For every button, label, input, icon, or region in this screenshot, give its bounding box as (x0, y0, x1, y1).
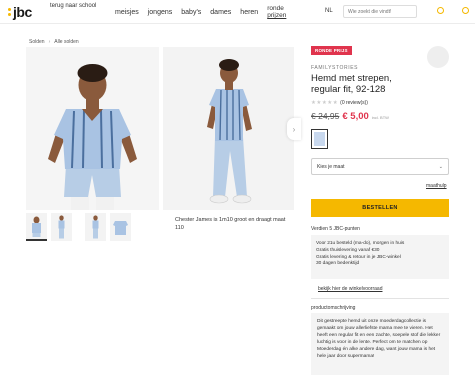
breadcrumb-separator: › (48, 39, 51, 45)
divider (311, 298, 449, 299)
search-input[interactable] (343, 5, 417, 18)
logo-text: jbc (13, 4, 32, 20)
description-heading[interactable]: productomschrijving (311, 305, 355, 311)
delivery-line: Gratis thuislevering vanaf €30 (316, 247, 380, 253)
breadcrumb-solden[interactable]: Solden (29, 39, 45, 45)
logo-dots (8, 8, 11, 16)
delivery-line: Voor 21u besteld (ma-do), morgen in huis (316, 241, 405, 246)
chevron-right-icon: › (292, 124, 296, 134)
nav-item-babys[interactable]: baby's (181, 9, 201, 16)
back-to-school-link[interactable]: terug naar school (50, 3, 108, 10)
vat-note: incl. BTW (371, 115, 389, 120)
sale-badge: RONDE PRIJS (311, 46, 352, 55)
size-select[interactable]: Kies je maat ⌄ (311, 158, 449, 175)
store-stock-link[interactable]: bekijk hier de winkelvoorraad (318, 286, 382, 292)
size-help-link[interactable]: maathulp (426, 183, 447, 189)
nav-special-line2: prijzen (267, 12, 287, 19)
nav-special-line1: ronde (267, 5, 284, 12)
order-button[interactable]: BESTELLEN (311, 199, 449, 217)
carousel-next-button[interactable]: › (287, 118, 301, 140)
nav-item-jongens[interactable]: jongens (148, 9, 173, 16)
delivery-line: 30 dagen bedenktijd (316, 261, 360, 267)
nav-item-ronde-prijzen[interactable]: ronde prijzen (267, 5, 301, 19)
review-count-link[interactable]: (0 review(s)) (340, 100, 368, 106)
original-price: € 24,95 (311, 111, 340, 121)
star-rating-icon: ★★★★★ (311, 100, 339, 106)
nav-item-meisjes[interactable]: meisjes (115, 9, 139, 16)
nav-item-heren[interactable]: heren (240, 9, 258, 16)
jbc-logo[interactable]: jbc (8, 4, 32, 20)
site-header: jbc terug naar school meisjes jongens ba… (0, 0, 475, 24)
thumbnail-strip (26, 213, 131, 241)
rating-row: ★★★★★ (0 review(s)) (311, 100, 368, 106)
thumbnail-4[interactable] (110, 213, 131, 241)
model-size-caption: Chester James is 1m10 groot en draagt ma… (175, 217, 286, 231)
language-selector[interactable]: NL (325, 8, 333, 14)
product-title: Hemd met strepen, regular fit, 92-128 (311, 73, 392, 95)
size-select-label: Kies je maat (317, 163, 345, 170)
thumbnail-1[interactable] (26, 213, 47, 241)
thumbnail-2[interactable] (51, 213, 72, 241)
color-swatch[interactable] (311, 129, 328, 149)
brand-name: FAMILYSTORIES (311, 65, 359, 71)
price-row: € 24,95 € 5,00 incl. BTW (311, 111, 389, 122)
breadcrumb-alle-solden[interactable]: Alle solden (54, 39, 78, 45)
sale-price: € 5,00 (342, 111, 369, 122)
product-image-secondary[interactable] (163, 47, 294, 210)
product-description: Dit gestreepte hemd uit onze moederdagco… (311, 313, 449, 375)
main-nav: meisjes jongens baby's dames heren ronde… (115, 0, 301, 24)
product-image-main[interactable] (26, 47, 159, 210)
wishlist-heart-icon[interactable] (427, 46, 449, 68)
cart-icon[interactable] (462, 7, 469, 14)
swatch-shirt-image (314, 132, 325, 146)
nav-item-dames[interactable]: dames (210, 9, 231, 16)
account-icon[interactable] (437, 7, 444, 14)
loyalty-points: Verdien 5 JBC-punten (311, 226, 360, 232)
thumbnail-3[interactable] (85, 213, 106, 241)
delivery-info-box: Voor 21u besteld (ma-do), morgen in huis… (311, 235, 449, 279)
chevron-down-icon: ⌄ (438, 163, 443, 170)
breadcrumb: Solden › Alle solden (29, 39, 79, 45)
